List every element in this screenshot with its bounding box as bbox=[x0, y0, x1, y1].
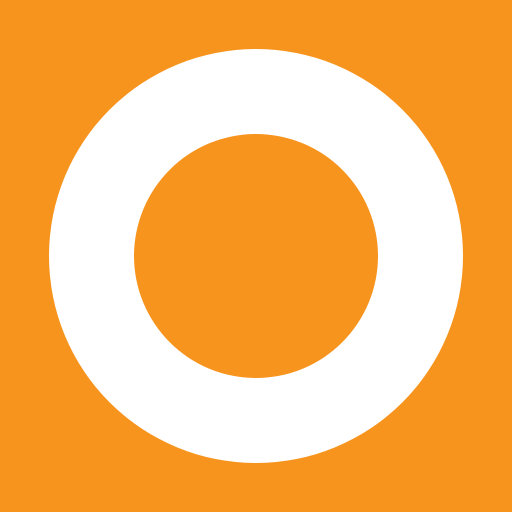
ring-icon bbox=[0, 0, 512, 512]
ring-hole bbox=[134, 134, 378, 378]
app-icon-tile bbox=[0, 0, 512, 512]
